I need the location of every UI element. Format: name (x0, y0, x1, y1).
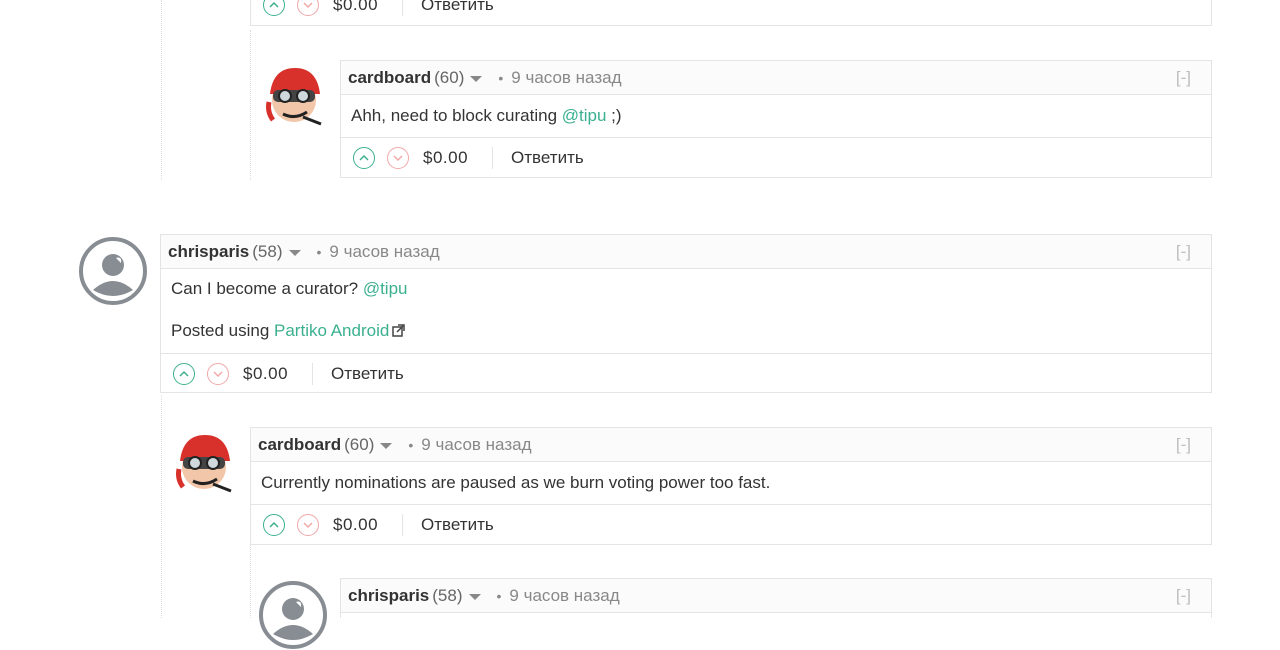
comment-text: Ahh, need to block curating @tipu ;) (351, 106, 622, 125)
comment-header: chrisparis (58) • 9 часов назад [-] (161, 235, 1211, 269)
avatar-chrisparis[interactable] (258, 580, 328, 650)
avatar-chrisparis[interactable] (78, 236, 148, 306)
comment-footer: $0.00 Ответить (251, 0, 1211, 26)
avatar-cardboard[interactable] (169, 429, 239, 499)
divider (402, 0, 404, 16)
author-reputation: (60) (344, 434, 375, 454)
separator-dot: • (498, 69, 504, 86)
comment-body: Can I become a curator? @tipu Posted usi… (161, 269, 1211, 353)
payout-value[interactable]: $0.00 (333, 0, 378, 15)
collapse-toggle[interactable]: [-] (1176, 435, 1191, 455)
reply-link[interactable]: Ответить (421, 515, 494, 535)
comment: cardboard (60) • 9 часов назад [-] Curre… (250, 427, 1212, 545)
upvote-button[interactable] (263, 513, 285, 536)
thread-line (161, 0, 162, 180)
chevron-down-icon[interactable] (288, 249, 301, 256)
collapse-toggle[interactable]: [-] (1176, 68, 1191, 88)
comment-author[interactable]: chrisparis (348, 586, 429, 606)
reply-link[interactable]: Ответить (511, 148, 584, 168)
upvote-button[interactable] (353, 146, 375, 169)
comment-body: Ahh, need to block curating @tipu ;) (341, 95, 1211, 137)
upvote-icon (179, 370, 189, 377)
avatar-default (79, 237, 147, 305)
author-reputation: (58) (432, 585, 463, 605)
comment-text: Currently nominations are paused as we b… (261, 473, 771, 492)
chevron-down-icon[interactable] (468, 593, 481, 600)
upvote-icon (269, 1, 279, 8)
comment-footer: $0.00 Ответить (341, 137, 1211, 177)
author-reputation: (60) (434, 67, 465, 87)
mention-link[interactable]: @tipu (363, 279, 408, 298)
downvote-button[interactable] (387, 146, 409, 169)
comment: chrisparis (58) • 9 часов назад [-] Can … (160, 234, 1212, 393)
comment-author[interactable]: cardboard (258, 435, 341, 455)
payout-value[interactable]: $0.00 (333, 515, 378, 535)
separator-dot: • (496, 587, 502, 604)
collapse-toggle[interactable]: [-] (1176, 242, 1191, 262)
comment-footer: $0.00 Ответить (161, 353, 1211, 393)
comment-header: chrisparis (58) • 9 часов назад [-] (341, 579, 1211, 613)
divider (402, 513, 404, 536)
comment-body: Currently nominations are paused as we b… (251, 462, 1211, 504)
chevron-down-icon[interactable] (380, 442, 393, 449)
comment-author[interactable]: cardboard (348, 68, 431, 88)
upvote-button[interactable] (173, 362, 195, 385)
comment-header: cardboard (60) • 9 часов назад [-] (251, 428, 1211, 462)
comment: chrisparis (58) • 9 часов назад [-] (340, 578, 1212, 618)
divider (492, 146, 494, 169)
external-link-icon (392, 324, 406, 337)
upvote-button[interactable] (263, 0, 285, 16)
comment-text: Can I become a curator? @tipu (171, 279, 408, 298)
separator-dot: • (316, 243, 322, 260)
downvote-icon (213, 370, 223, 377)
upvote-icon (359, 154, 369, 161)
downvote-icon (303, 2, 313, 9)
partiko-link[interactable]: Partiko Android (274, 321, 389, 340)
downvote-button[interactable] (297, 513, 319, 536)
upvote-icon (269, 521, 279, 528)
separator-dot: • (408, 436, 414, 453)
chevron-down-icon[interactable] (470, 75, 483, 82)
mention-link[interactable]: @tipu (562, 106, 607, 125)
avatar-cardboard[interactable] (259, 62, 329, 132)
comment-fragment: $0.00 Ответить (250, 0, 1212, 26)
payout-value[interactable]: $0.00 (243, 364, 288, 384)
comment-timestamp[interactable]: 9 часов назад (511, 68, 621, 88)
comment-timestamp[interactable]: 9 часов назад (329, 242, 439, 262)
thread-line (161, 395, 162, 618)
reply-link[interactable]: Ответить (421, 0, 494, 15)
divider (312, 362, 314, 385)
comment-timestamp[interactable]: 9 часов назад (509, 586, 619, 606)
author-reputation: (58) (252, 241, 283, 261)
collapse-toggle[interactable]: [-] (1176, 586, 1191, 606)
downvote-icon (393, 154, 403, 161)
comment-header: cardboard (60) • 9 часов назад [-] (341, 61, 1211, 95)
comment-timestamp[interactable]: 9 часов назад (421, 435, 531, 455)
thread-line (250, 30, 251, 180)
payout-value[interactable]: $0.00 (423, 148, 468, 168)
downvote-button[interactable] (207, 362, 229, 385)
downvote-button[interactable] (297, 0, 319, 16)
reply-link[interactable]: Ответить (331, 364, 404, 384)
comment-text: Posted using Partiko Android (171, 320, 1201, 342)
comment-author[interactable]: chrisparis (168, 242, 249, 262)
comment-footer: $0.00 Ответить (251, 504, 1211, 544)
avatar-default (259, 581, 327, 649)
comment: cardboard (60) • 9 часов назад [-] Ahh, … (340, 60, 1212, 178)
thread-line (250, 545, 251, 618)
downvote-icon (303, 521, 313, 528)
